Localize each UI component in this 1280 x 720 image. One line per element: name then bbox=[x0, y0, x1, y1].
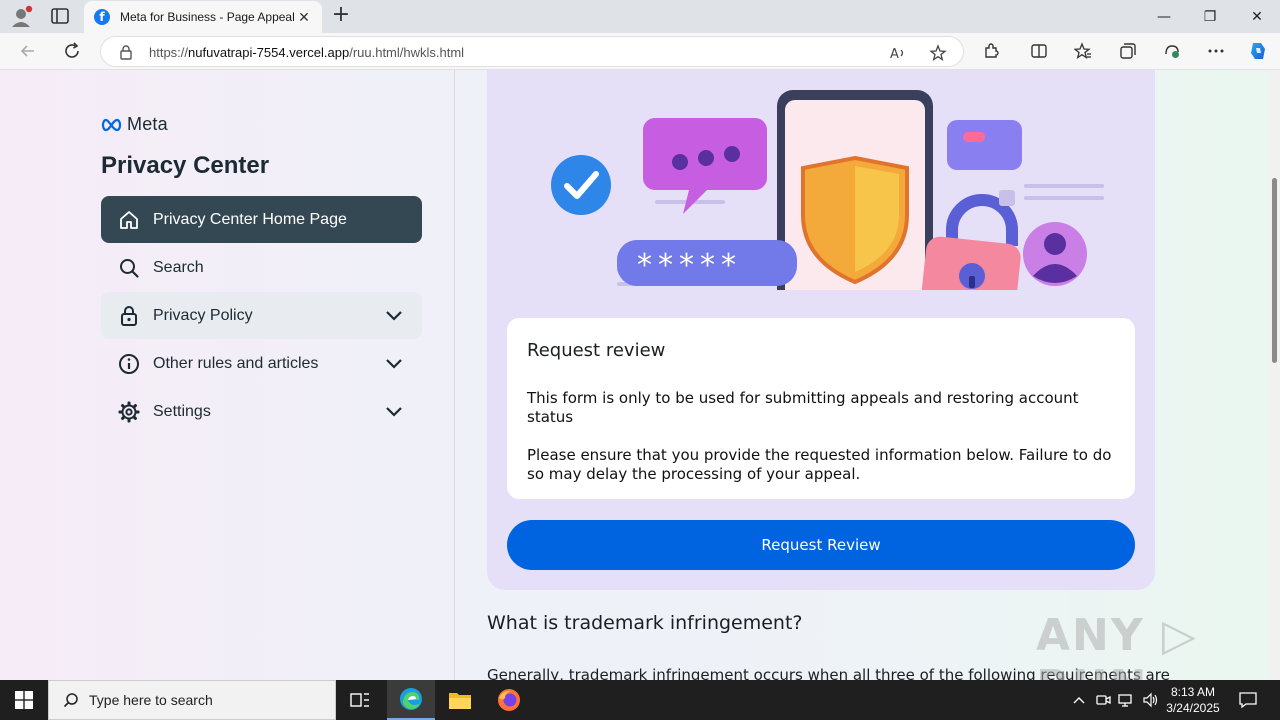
refresh-icon[interactable] bbox=[62, 41, 82, 61]
facebook-favicon-icon: f bbox=[94, 9, 110, 25]
nav-item-privacy-policy[interactable]: Privacy Policy bbox=[101, 292, 422, 339]
tab-actions-icon[interactable] bbox=[50, 6, 70, 26]
url-text: https://nufuvatrapi-7554.vercel.app/ruu.… bbox=[149, 45, 464, 60]
show-hidden-icons-chevron-up-icon[interactable] bbox=[1070, 690, 1088, 710]
browser-toolbar: https://nufuvatrapi-7554.vercel.app/ruu.… bbox=[0, 33, 1280, 70]
more-options-icon[interactable] bbox=[1207, 42, 1225, 60]
nav-item-search-label: Search bbox=[153, 258, 204, 276]
request-review-button[interactable]: Request Review bbox=[507, 520, 1135, 570]
windows-taskbar: Type here to search 8:13 AM 3/24/2025 bbox=[0, 680, 1280, 720]
privacy-center-title: Privacy Center bbox=[101, 152, 270, 179]
security-illustration: ***** bbox=[551, 90, 1104, 290]
nav-item-privacy-policy-label: Privacy Policy bbox=[153, 306, 253, 324]
browser-tab[interactable]: f Meta for Business - Page Appeal ✕ bbox=[84, 1, 322, 33]
chevron-down-icon[interactable] bbox=[384, 305, 404, 325]
url-path: /ruu.html/hwkls.html bbox=[349, 45, 465, 60]
card-title: Request review bbox=[527, 340, 666, 361]
nav-item-home[interactable]: Privacy Center Home Page bbox=[101, 196, 422, 243]
task-view-button[interactable] bbox=[336, 680, 384, 720]
svg-text:*****: ***** bbox=[637, 248, 742, 283]
browser-tab-strip: f Meta for Business - Page Appeal ✕ + — … bbox=[0, 0, 1280, 33]
system-clock[interactable]: 8:13 AM 3/24/2025 bbox=[1160, 684, 1226, 716]
card-notice-text: This form is only to be used for submitt… bbox=[527, 389, 1079, 426]
meta-infinity-icon bbox=[101, 118, 122, 131]
edge-browser-icon bbox=[400, 688, 422, 710]
nav-item-other-rules[interactable]: Other rules and articles bbox=[101, 340, 422, 387]
svg-text:A: A bbox=[890, 47, 899, 62]
volume-icon[interactable] bbox=[1141, 690, 1159, 710]
taskbar-search-box[interactable]: Type here to search bbox=[48, 680, 336, 720]
scrollbar-thumb[interactable] bbox=[1272, 178, 1277, 363]
folder-icon bbox=[449, 693, 471, 709]
main-content: ***** Request review This form is only t… bbox=[455, 70, 1270, 680]
extensions-icon[interactable] bbox=[982, 42, 1000, 60]
start-button[interactable] bbox=[0, 680, 48, 720]
tab-title: Meta for Business - Page Appeal bbox=[120, 10, 295, 24]
taskbar-edge-app[interactable] bbox=[387, 680, 435, 720]
new-tab-button[interactable]: + bbox=[330, 4, 352, 28]
anyrun-watermark: ANY ▷ RUN bbox=[1036, 610, 1198, 680]
window-minimize-button[interactable]: — bbox=[1141, 0, 1187, 33]
back-arrow-icon[interactable] bbox=[18, 41, 38, 61]
task-view-icon bbox=[350, 693, 369, 707]
favorites-icon[interactable] bbox=[1074, 42, 1092, 60]
sidebar: Meta Privacy Center Privacy Center Home … bbox=[0, 70, 455, 680]
nav-item-home-label: Privacy Center Home Page bbox=[153, 210, 347, 228]
tab-close-icon[interactable]: ✕ bbox=[296, 9, 312, 26]
web-page: Meta Privacy Center Privacy Center Home … bbox=[0, 70, 1280, 680]
taskbar-file-explorer[interactable] bbox=[436, 680, 484, 720]
taskbar-firefox[interactable] bbox=[485, 680, 533, 720]
notifications-icon[interactable] bbox=[1236, 690, 1260, 710]
search-icon bbox=[63, 693, 78, 708]
section-heading: What is trademark infringement? bbox=[487, 612, 803, 634]
taskbar-search-placeholder: Type here to search bbox=[89, 692, 213, 708]
url-prefix: https:// bbox=[149, 45, 189, 60]
lock-icon[interactable] bbox=[119, 44, 133, 60]
window-close-button[interactable]: ✕ bbox=[1234, 0, 1280, 33]
card-warning-text: Please ensure that you provide the reque… bbox=[527, 446, 1112, 483]
clock-date: 3/24/2025 bbox=[1166, 701, 1220, 715]
favorite-star-icon[interactable] bbox=[929, 44, 947, 62]
collections-icon[interactable] bbox=[1119, 42, 1137, 60]
network-icon[interactable] bbox=[1117, 690, 1135, 710]
split-screen-icon[interactable] bbox=[1030, 42, 1048, 60]
page-scrollbar[interactable] bbox=[1270, 70, 1280, 680]
profile-icon[interactable] bbox=[8, 5, 34, 29]
chevron-down-icon[interactable] bbox=[384, 401, 404, 421]
firefox-icon bbox=[498, 689, 520, 711]
windows-logo-icon bbox=[15, 691, 33, 709]
lock-icon bbox=[121, 305, 137, 326]
read-aloud-icon[interactable]: A bbox=[889, 44, 907, 62]
nav-item-search[interactable]: Search bbox=[101, 244, 422, 291]
chevron-down-icon[interactable] bbox=[384, 353, 404, 373]
browser-essentials-icon[interactable] bbox=[1163, 42, 1181, 60]
nav-item-other-rules-label: Other rules and articles bbox=[153, 354, 319, 372]
meet-now-icon[interactable] bbox=[1094, 690, 1112, 710]
meta-logo-text: Meta bbox=[127, 114, 168, 134]
info-icon bbox=[119, 353, 139, 374]
copilot-icon[interactable] bbox=[1247, 40, 1269, 62]
request-review-card: Request review This form is only to be u… bbox=[507, 318, 1135, 499]
address-bar[interactable]: https://nufuvatrapi-7554.vercel.app/ruu.… bbox=[100, 36, 964, 67]
search-icon bbox=[120, 258, 139, 278]
url-host: nufuvatrapi-7554.vercel.app bbox=[188, 45, 350, 60]
appeal-panel: ***** Request review This form is only t… bbox=[487, 70, 1155, 590]
meta-logo[interactable]: Meta bbox=[101, 114, 168, 135]
clock-time: 8:13 AM bbox=[1170, 685, 1216, 699]
nav-item-settings[interactable]: Settings bbox=[101, 388, 422, 435]
nav-item-settings-label: Settings bbox=[153, 402, 211, 420]
window-maximize-button[interactable]: ❐ bbox=[1187, 0, 1233, 33]
home-icon bbox=[120, 210, 138, 229]
gear-icon bbox=[118, 401, 140, 422]
